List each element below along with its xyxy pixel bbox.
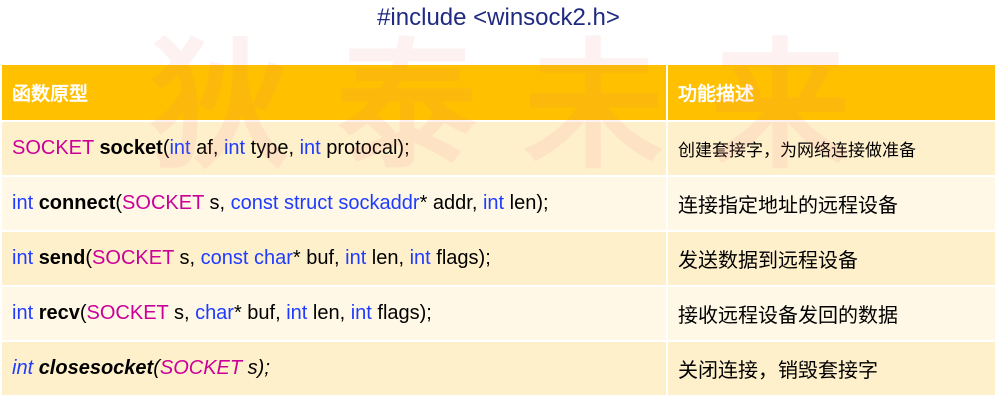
param-type: SOCKET: [92, 247, 174, 269]
table-header-row: 函数原型 功能描述: [0, 63, 997, 122]
param-name: s,: [168, 302, 196, 324]
param-type: char: [195, 302, 234, 324]
column-header-description: 功能描述: [666, 63, 997, 122]
param-type: int: [169, 137, 191, 159]
function-description: 创建套接字，为网络连接做准备: [666, 120, 997, 177]
paren-open: (: [79, 302, 87, 324]
param-name: s);: [242, 357, 270, 379]
param-type: const struct sockaddr: [230, 192, 420, 214]
paren-open: (: [153, 357, 160, 379]
return-type: int: [12, 357, 34, 379]
function-name: recv: [38, 302, 80, 324]
function-signature: int connect(SOCKET s, const struct socka…: [0, 175, 668, 232]
table-row-socket: SOCKET socket(int af, int type, int prot…: [0, 120, 997, 177]
return-type: int: [12, 302, 34, 324]
return-type: int: [12, 192, 34, 214]
param-name: * buf,: [233, 302, 287, 324]
function-name: connect: [38, 192, 116, 214]
param-type: int: [286, 302, 308, 324]
param-type: SOCKET: [86, 302, 169, 324]
param-type: int: [345, 247, 367, 269]
param-name: s,: [203, 192, 231, 214]
param-type: SOCKET: [122, 192, 204, 214]
table-row-send: int send(SOCKET s, const char* buf, int …: [0, 230, 997, 287]
param-name: type,: [245, 137, 300, 159]
param-name: af,: [190, 137, 224, 159]
function-name: closesocket: [38, 357, 154, 379]
param-name: s,: [173, 247, 201, 269]
param-type: const char: [200, 247, 293, 269]
function-signature: int send(SOCKET s, const char* buf, int …: [0, 230, 668, 287]
param-name: * buf,: [292, 247, 346, 269]
function-signature: int recv(SOCKET s, char* buf, int len, i…: [0, 285, 668, 342]
param-name: len);: [504, 192, 549, 214]
function-signature: int closesocket(SOCKET s);: [0, 340, 668, 397]
param-name: len,: [366, 247, 410, 269]
page-title: #include <winsock2.h>: [377, 4, 620, 31]
function-name: send: [38, 247, 86, 269]
api-table: 函数原型 功能描述 SOCKET socket(int af, int type…: [0, 63, 997, 397]
table-row-recv: int recv(SOCKET s, char* buf, int len, i…: [0, 285, 997, 342]
param-name: * addr,: [419, 192, 483, 214]
param-name: protocal);: [320, 137, 410, 159]
function-description: 关闭连接，销毁套接字: [666, 340, 997, 397]
table-row-connect: int connect(SOCKET s, const struct socka…: [0, 175, 997, 232]
param-type: int: [482, 192, 505, 214]
function-description: 连接指定地址的远程设备: [666, 175, 997, 232]
return-type: SOCKET: [12, 137, 94, 159]
function-description: 发送数据到远程设备: [666, 230, 997, 287]
param-type: int: [350, 302, 372, 324]
param-name: len,: [307, 302, 351, 324]
param-type: int: [299, 137, 321, 159]
return-type: int: [12, 247, 34, 269]
function-name: socket: [99, 137, 163, 159]
function-signature: SOCKET socket(int af, int type, int prot…: [0, 120, 668, 177]
param-name: flags);: [371, 302, 432, 324]
param-type: int: [409, 247, 431, 269]
column-header-prototype: 函数原型: [0, 63, 668, 122]
param-type: int: [223, 137, 246, 159]
table-row-closesocket: int closesocket(SOCKET s); 关闭连接，销毁套接字: [0, 340, 997, 397]
function-description: 接收远程设备发回的数据: [666, 285, 997, 342]
param-name: flags);: [430, 247, 491, 269]
param-type: SOCKET: [159, 357, 243, 379]
